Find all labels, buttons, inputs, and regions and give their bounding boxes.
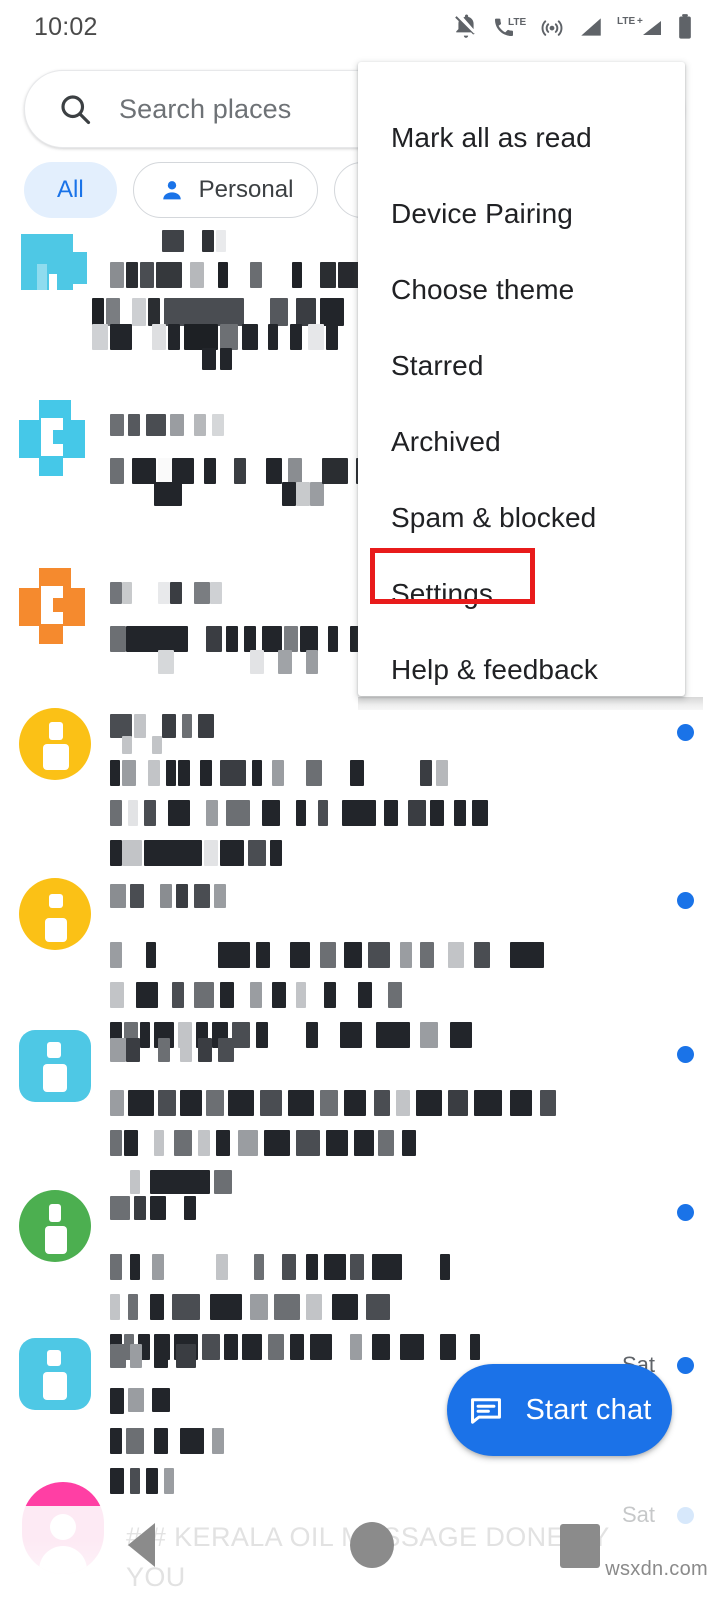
menu-item-choose-theme[interactable]: Choose theme [358,252,685,328]
message-icon [471,1398,502,1424]
contact-avatar-pixelated [19,1190,91,1262]
redacted-title [110,1196,690,1220]
unread-dot [677,1046,694,1063]
menu-item-label: Help & feedback [391,654,598,685]
chip-all-label: All [57,176,84,203]
contact-avatar-pixelated [19,1338,91,1410]
svg-text:+: + [637,16,643,27]
lte-plus-signal-icon: LTE + [617,16,661,35]
list-item[interactable]: Sat [0,1478,720,1527]
menu-item-label: Choose theme [391,274,575,305]
list-item-meta [655,724,694,741]
contact-avatar-pixelated [19,878,91,950]
list-item-meta [655,1046,694,1063]
menu-item-label: Starred [391,350,484,381]
list-item-content [110,700,720,880]
overflow-menu-items: Mark all as read Device Pairing Choose t… [358,62,685,708]
list-item-meta [655,892,694,909]
contact-avatar-pixelated [19,708,91,780]
menu-item-mark-all-as-read[interactable]: Mark all as read [358,100,685,176]
back-triangle-icon[interactable] [128,1523,155,1567]
signal-icon [581,18,601,36]
status-bar-clock: 10:02 [34,12,98,41]
list-item[interactable] [0,700,720,880]
svg-text:LTE: LTE [508,17,526,28]
redacted-title [110,884,690,908]
search-input-placeholder[interactable]: Search places [119,94,291,125]
recents-square-icon[interactable] [560,1524,600,1568]
bell-off-icon [455,14,475,38]
contact-avatar-pixelated [19,230,91,302]
redacted-title [110,714,690,754]
unread-dot [677,892,694,909]
list-item-content [110,1478,720,1486]
person-icon [158,176,186,204]
unread-dot [677,1204,694,1221]
menu-item-settings[interactable]: Settings [358,556,685,632]
redacted-line [110,760,690,790]
redacted-line [110,1090,690,1120]
avatar [0,560,110,686]
overflow-menu[interactable]: Mark all as read Device Pairing Choose t… [358,62,685,696]
watermark: wsxdn.com [605,1558,708,1580]
redacted-line [110,1294,690,1324]
redacted-title [110,1038,690,1062]
menu-item-label: Mark all as read [391,122,592,153]
menu-item-help-and-feedback[interactable]: Help & feedback [358,632,685,708]
redacted-line [110,982,690,1012]
hotspot-icon [541,20,563,36]
app-screen: 10:02 LTE LTE + Search places All Person… [0,0,720,1600]
search-icon [61,95,91,125]
chip-personal[interactable]: Personal [132,162,319,218]
redacted-line [110,840,690,870]
svg-text:LTE: LTE [617,16,635,27]
menu-item-starred[interactable]: Starred [358,328,685,404]
menu-item-device-pairing[interactable]: Device Pairing [358,176,685,252]
menu-item-label: Spam & blocked [391,502,597,533]
avatar-cap [22,1482,104,1506]
avatar [0,700,110,880]
unread-dot [677,724,694,741]
avatar [0,392,110,518]
contact-avatar-pixelated [19,568,91,644]
status-bar-icons: LTE LTE + [453,13,694,41]
chip-personal-label: Personal [198,176,294,203]
menu-item-label: Archived [391,426,501,457]
menu-item-label: Settings [391,578,493,609]
contact-avatar-pixelated [19,1030,91,1102]
menu-item-spam-and-blocked[interactable]: Spam & blocked [358,480,685,556]
menu-item-archived[interactable]: Archived [358,404,685,480]
list-item-meta [655,1204,694,1221]
start-chat-fab[interactable]: Start chat [447,1364,672,1456]
redacted-line [110,1254,690,1284]
status-bar: 10:02 LTE LTE + [0,0,720,54]
battery-icon [679,14,691,39]
redacted-line [110,942,690,972]
unread-dot [677,1356,694,1374]
contact-avatar-pixelated [19,400,91,476]
start-chat-label: Start chat [525,1393,652,1426]
menu-item-label: Device Pairing [391,198,573,229]
lte-call-icon: LTE [495,17,526,36]
redacted-line [110,800,690,830]
home-circle-icon[interactable] [350,1522,394,1568]
chip-all[interactable]: All [24,162,117,218]
redacted-line [110,1130,690,1160]
